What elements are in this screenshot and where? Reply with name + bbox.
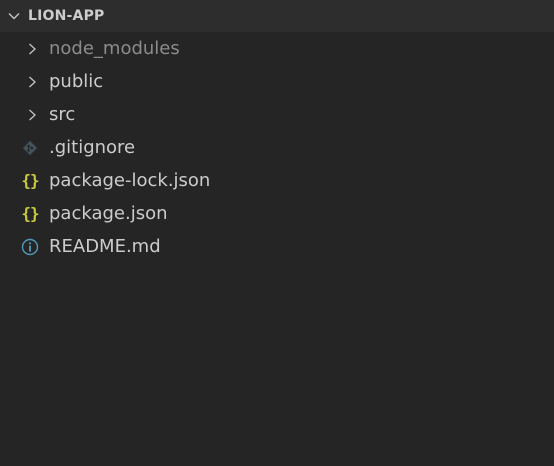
- chevron-right-icon: [24, 74, 40, 90]
- chevron-right-icon: [24, 41, 40, 57]
- tree-item-node-modules[interactable]: node_modules: [0, 32, 554, 65]
- json-icon: {}: [21, 171, 39, 190]
- json-icon: {}: [21, 204, 39, 223]
- tree-item-gitignore[interactable]: .gitignore: [0, 131, 554, 164]
- tree-item-label: package-lock.json: [49, 170, 211, 191]
- tree-item-public[interactable]: public: [0, 65, 554, 98]
- explorer-section-title: LION-APP: [28, 8, 105, 24]
- git-icon: [20, 138, 40, 158]
- tree-item-label: src: [49, 104, 76, 125]
- tree-item-readme-md[interactable]: README.md: [0, 230, 554, 263]
- tree-item-label: node_modules: [49, 38, 180, 59]
- tree-item-label: .gitignore: [49, 137, 136, 158]
- chevron-down-icon: [6, 8, 22, 24]
- tree-item-label: README.md: [49, 236, 161, 257]
- info-icon: [20, 237, 40, 257]
- tree-item-src[interactable]: src: [0, 98, 554, 131]
- tree-item-package-json[interactable]: {} package.json: [0, 197, 554, 230]
- explorer-section-header[interactable]: LION-APP: [0, 0, 554, 32]
- file-tree: node_modules public src .gitignore {} pa…: [0, 32, 554, 263]
- file-explorer: LION-APP node_modules public src .gitign…: [0, 0, 554, 466]
- chevron-right-icon: [24, 107, 40, 123]
- tree-item-label: package.json: [49, 203, 168, 224]
- tree-item-package-lock-json[interactable]: {} package-lock.json: [0, 164, 554, 197]
- tree-item-label: public: [49, 71, 104, 92]
